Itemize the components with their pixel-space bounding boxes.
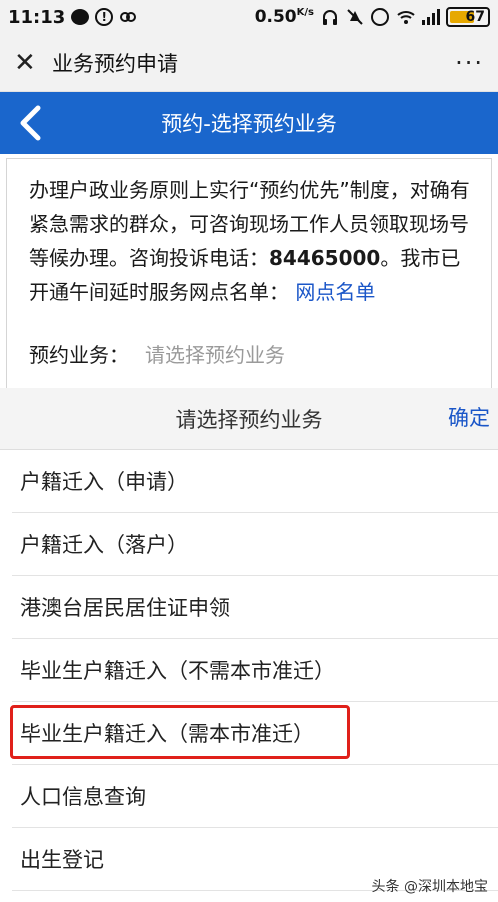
alarm-icon (371, 8, 389, 26)
more-icon[interactable]: ··· (455, 49, 484, 77)
chevron-left-icon (20, 105, 41, 141)
close-icon[interactable]: ✕ (14, 48, 44, 78)
title-bar: ✕ 业务预约申请 ··· (0, 34, 498, 92)
content-panel: 办理户政业务原则上实行“预约优先”制度，对确有紧急需求的群众，可咨询现场工作人员… (6, 158, 492, 398)
confirm-button[interactable]: 确定 (448, 402, 490, 432)
option-item[interactable]: 港澳台居民居住证申领 (12, 576, 498, 639)
outlet-list-link[interactable]: 网点名单 (295, 280, 375, 304)
appointment-placeholder: 请选择预约业务 (145, 343, 285, 367)
appointment-field[interactable]: 预约业务： 请选择预约业务 (29, 339, 475, 368)
option-item[interactable]: 户籍迁入（申请） (12, 450, 498, 513)
network-speed: 0.50K/s (254, 7, 314, 27)
option-item[interactable]: 户籍迁入（落户） (12, 513, 498, 576)
notice-text: 办理户政业务原则上实行“预约优先”制度，对确有紧急需求的群众，可咨询现场工作人员… (29, 178, 470, 304)
picker-title: 请选择预约业务 (175, 407, 323, 432)
page-header: 预约-选择预约业务 (0, 92, 498, 154)
alert-icon: ! (95, 8, 114, 26)
link-icon (119, 8, 137, 26)
window-title: 业务预约申请 (52, 51, 178, 76)
watermark: 头条 @深圳本地宝 (371, 879, 488, 895)
battery-level: 67 (465, 9, 485, 25)
appointment-label: 预约业务： (29, 343, 129, 367)
battery-icon: 67 (446, 7, 490, 27)
signal-icon (421, 8, 440, 26)
wifi-icon (396, 8, 415, 26)
option-item[interactable]: 毕业生户籍迁入（不需本市准迁） (12, 639, 498, 702)
option-item-highlighted[interactable]: 毕业生户籍迁入（需本市准迁） (10, 702, 498, 765)
option-item[interactable]: 人口信息查询 (12, 765, 498, 828)
status-bar: 11:13 ! 0.50K/s 67 (0, 0, 498, 34)
page-title: 预约-选择预约业务 (161, 112, 337, 136)
back-button[interactable] (18, 100, 58, 146)
phone-number: 84465000 (269, 246, 381, 270)
message-icon (71, 9, 90, 25)
picker-header: 请选择预约业务 确定 (0, 388, 498, 450)
headphones-icon (321, 8, 339, 26)
option-list: 户籍迁入（申请） 户籍迁入（落户） 港澳台居民居住证申领 毕业生户籍迁入（不需本… (0, 450, 498, 891)
status-time: 11:13 (8, 6, 66, 28)
mute-icon (346, 8, 364, 26)
business-picker: 请选择预约业务 确定 户籍迁入（申请） 户籍迁入（落户） 港澳台居民居住证申领 … (0, 388, 498, 902)
